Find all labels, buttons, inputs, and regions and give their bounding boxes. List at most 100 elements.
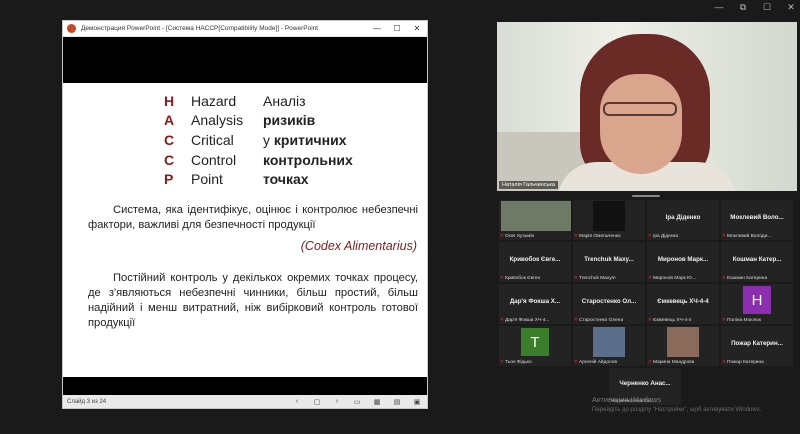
slide-counter: Слайд 3 из 24 <box>67 398 107 405</box>
participant-tile[interactable]: H Поліна Моклюк <box>721 284 793 324</box>
speaker-video[interactable]: Наталія Гальчинська <box>497 22 797 191</box>
participant-video <box>593 327 625 357</box>
haccp-table: H Hazard Аналіз A Analysis ризиків C Cri… <box>164 91 353 189</box>
participant-tile[interactable]: Миронов Марк... Миронов Марк Ю... <box>647 242 719 282</box>
participant-tile[interactable]: Моклевий Воло... Моклевий Володи... <box>721 200 793 240</box>
windows-activation-watermark: Активация Windows Перейдіть до розділу "… <box>592 395 761 415</box>
participant-tile[interactable]: Арсеній Айдолов <box>573 326 645 366</box>
codex-citation: (Codex Alimentarius) <box>300 239 417 253</box>
haccp-english: Point <box>191 171 223 188</box>
haccp-row: C Critical у критичних <box>164 130 353 150</box>
powerpoint-logo-icon <box>67 24 76 33</box>
participant-label: Старостенко Олена <box>574 317 623 323</box>
restore-icon[interactable]: ⧉ <box>738 2 748 13</box>
control-paragraph: Постійний контроль у декількох окремих т… <box>88 272 418 329</box>
participant-video <box>667 327 699 357</box>
participant-tile[interactable]: Ємкевець ХЧ-4-4 Ємкевець ХЧ-4-4 <box>647 284 719 324</box>
participant-label: Пожар Катерина <box>722 359 764 365</box>
participant-label: Миронов Марк Ю... <box>648 275 696 281</box>
ppt-minimize-button[interactable]: — <box>367 24 387 33</box>
haccp-row: P Point точках <box>164 169 353 189</box>
speaker-glasses <box>603 102 677 116</box>
participant-tile[interactable]: Дар'я Фокша Х... Дар'я Фокша ХЧ-4... <box>499 284 571 324</box>
participant-tile[interactable]: Кошман Катер... Кошман Катерина <box>721 242 793 282</box>
ppt-window-title: Демонстрация PowerPoint - [Система HACCP… <box>81 25 319 32</box>
haccp-row: C Control контрольних <box>164 150 353 170</box>
ppt-statusbar: Слайд 3 из 24 ‹ ▢ › ▭ ▦ ▤ ▣ <box>63 395 427 408</box>
participant-label: Олег Кузьмін <box>500 233 534 239</box>
participant-label: Дар'я Фокша ХЧ-4... <box>500 317 549 323</box>
zoom-window-controls: — ⧉ ☐ ✕ <box>714 2 796 13</box>
definition-paragraph: Система, яка ідентифікує, оцінює і контр… <box>88 204 418 231</box>
haccp-ukrainian: точках <box>263 171 309 188</box>
prev-slide-icon[interactable]: ‹ <box>287 398 307 405</box>
participant-video <box>501 201 571 231</box>
haccp-letter: H <box>164 92 175 109</box>
haccp-ukrainian: Аналіз <box>263 92 306 109</box>
slide-menu-icon[interactable]: ▢ <box>307 398 327 406</box>
participant-label: Арсеній Айдолов <box>574 359 617 365</box>
participant-tile[interactable]: Кривобок Євге... Кривобок Євген <box>499 242 571 282</box>
normal-view-icon[interactable]: ▭ <box>347 398 367 406</box>
participant-label: Тьон Фідько <box>500 359 532 365</box>
participant-tile[interactable]: Марина Мандрова <box>647 326 719 366</box>
resize-handle[interactable] <box>632 195 660 197</box>
speaker-face <box>600 74 682 174</box>
participant-label: Марія Омельченко <box>574 233 621 239</box>
slide-letterbox-bottom <box>63 377 427 395</box>
watermark-title: Активация Windows <box>592 395 662 404</box>
haccp-english: Control <box>191 151 237 168</box>
participant-tile[interactable]: Марія Омельченко <box>573 200 645 240</box>
participant-tile[interactable]: Trenchuk Maxy... Trenchuk Maxym <box>573 242 645 282</box>
participant-label: Trenchuk Maxym <box>574 275 616 281</box>
haccp-letter: C <box>164 151 175 168</box>
participant-label: Кривобок Євген <box>500 275 540 281</box>
participant-name: Пожар Катерин... <box>731 340 783 347</box>
slide-sorter-icon[interactable]: ▦ <box>367 398 387 406</box>
close-icon[interactable]: ✕ <box>786 2 796 13</box>
participant-name: Іра Діденко <box>665 214 701 221</box>
reading-view-icon[interactable]: ▤ <box>387 398 407 406</box>
participant-video <box>593 201 625 231</box>
maximize-icon[interactable]: ☐ <box>762 2 772 13</box>
participant-grid: Олег Кузьмін Марія Омельченко Іра Діденк… <box>499 200 793 366</box>
participant-name: Дар'я Фокша Х... <box>509 298 561 305</box>
haccp-row: A Analysis ризиків <box>164 111 353 131</box>
haccp-ukrainian-prefix: у <box>263 131 274 148</box>
haccp-letter: A <box>164 112 175 129</box>
participant-name: Trenchuk Maxy... <box>584 256 634 263</box>
ppt-maximize-button[interactable]: ☐ <box>387 24 407 33</box>
haccp-letter: C <box>164 131 175 148</box>
haccp-letter: P <box>164 171 174 188</box>
participant-label: Іра Діденко <box>648 233 678 239</box>
haccp-ukrainian: контрольних <box>263 151 353 168</box>
participant-label: Марина Мандрова <box>648 359 694 365</box>
slide-letterbox-top <box>63 37 427 83</box>
powerpoint-window: Демонстрация PowerPoint - [Система HACCP… <box>62 20 428 409</box>
ppt-close-button[interactable]: ✕ <box>407 24 427 33</box>
participant-tile[interactable]: Іра Діденко Іра Діденко <box>647 200 719 240</box>
avatar: T <box>521 328 549 356</box>
avatar: H <box>743 286 771 314</box>
participant-tile[interactable]: Пожар Катерин... Пожар Катерина <box>721 326 793 366</box>
participant-label: Поліна Моклюк <box>722 317 761 323</box>
participant-label: Ємкевець ХЧ-4-4 <box>648 317 691 323</box>
participant-name: Черненко Анас... <box>619 380 671 387</box>
haccp-ukrainian: ризиків <box>263 112 316 129</box>
minimize-icon[interactable]: — <box>714 2 724 13</box>
participant-tile[interactable]: Олег Кузьмін <box>499 200 571 240</box>
participant-label: Моклевий Володи... <box>722 233 771 239</box>
participant-tile[interactable]: T Тьон Фідько <box>499 326 571 366</box>
haccp-row: H Hazard Аналіз <box>164 91 353 111</box>
next-slide-icon[interactable]: › <box>327 398 347 405</box>
haccp-english: Critical <box>191 131 234 148</box>
participant-name: Старостенко Ол... <box>581 298 637 305</box>
participant-tile[interactable]: Старостенко Ол... Старостенко Олена <box>573 284 645 324</box>
ppt-titlebar: Демонстрация PowerPoint - [Система HACCP… <box>63 21 427 37</box>
participant-name: Кошман Катер... <box>732 256 782 263</box>
haccp-english: Analysis <box>191 112 244 129</box>
speaker-name: Наталія Гальчинська <box>499 181 558 189</box>
slideshow-view-icon[interactable]: ▣ <box>407 398 427 406</box>
haccp-ukrainian: критичних <box>273 131 347 148</box>
watermark-text: Перейдіть до розділу "Настройки", щоб ак… <box>592 407 762 413</box>
